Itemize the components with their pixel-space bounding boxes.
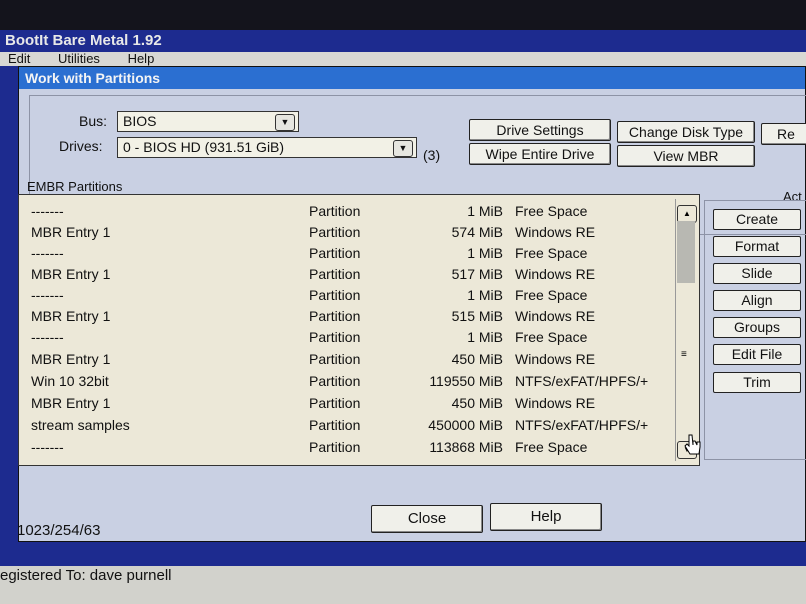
partition-size: 515 MiB [451,308,503,324]
bus-value: BIOS [123,113,157,129]
partition-size: 450 MiB [451,395,503,411]
partition-name: ------- [31,439,64,455]
view-mbr-button[interactable]: View MBR [617,145,755,167]
groups-button[interactable]: Groups [713,317,801,338]
chevron-down-icon[interactable]: ▼ [275,114,295,131]
partition-fs: Windows RE [515,351,596,367]
partition-size: 1 MiB [467,245,503,261]
drive-settings-button[interactable]: Drive Settings [469,119,611,141]
drives-label: Drives: [59,138,103,154]
partition-name: MBR Entry 1 [31,351,111,367]
partition-name: stream samples [31,417,130,433]
menubar: Edit Utilities Help [0,52,806,66]
table-row[interactable]: MBR Entry 1 Partition 515 MiB Windows RE [19,306,675,327]
partition-size: 517 MiB [451,266,503,282]
partition-name: MBR Entry 1 [31,266,111,282]
partition-name: ------- [31,203,64,219]
registration-text: egistered To: dave purnell [0,567,172,584]
bus-label: Bus: [79,113,108,129]
close-button[interactable]: Close [371,505,483,533]
actions-panel: Create Format Slide Align Groups Edit Fi… [704,200,806,460]
scroll-thumb[interactable] [677,221,695,283]
partition-fs: Windows RE [515,224,596,240]
drives-value: 0 - BIOS HD (931.51 GiB) [123,139,285,155]
partition-size: 1 MiB [467,203,503,219]
partition-name: ------- [31,329,64,345]
re-button[interactable]: Re [761,123,806,145]
change-disk-type-button[interactable]: Change Disk Type [617,121,755,143]
table-row[interactable]: Win 10 32bit Partition 119550 MiB NTFS/e… [19,371,675,392]
table-row[interactable]: ------- Partition 1 MiB Free Space [19,285,675,306]
table-row[interactable]: stream samples Partition 450000 MiB NTFS… [19,415,675,436]
menu-edit[interactable]: Edit [8,52,30,66]
partition-name: Win 10 32bit [31,373,109,389]
partition-size: 1 MiB [467,287,503,303]
partition-name: ------- [31,287,64,303]
partition-list-scrollbar[interactable]: ▲ ≡ ▼ [675,199,697,461]
menu-utilities[interactable]: Utilities [58,52,100,66]
table-row[interactable]: MBR Entry 1 Partition 517 MiB Windows RE [19,264,675,285]
partition-name: MBR Entry 1 [31,308,111,324]
drives-select[interactable]: 0 - BIOS HD (931.51 GiB) ▼ [117,137,417,158]
table-row[interactable]: MBR Entry 1 Partition 450 MiB Windows RE [19,349,675,370]
table-row[interactable]: ------- Partition 113868 MiB Free Space [19,437,675,458]
slide-button[interactable]: Slide [713,263,801,284]
align-button[interactable]: Align [713,290,801,311]
partition-fs: Windows RE [515,395,596,411]
drive-geometry: 1023/254/63 [17,522,101,539]
partition-fs: Free Space [515,329,588,345]
partition-size: 450 MiB [451,351,503,367]
chevron-down-icon[interactable]: ▼ [393,140,413,157]
partition-fs: NTFS/exFAT/HPFS/+ [515,373,649,389]
table-row[interactable]: MBR Entry 1 Partition 574 MiB Windows RE [19,222,675,243]
partition-fs: Windows RE [515,308,596,324]
bus-select[interactable]: BIOS ▼ [117,111,299,132]
format-button[interactable]: Format [713,236,801,257]
table-row[interactable]: MBR Entry 1 Partition 450 MiB Windows RE [19,393,675,414]
partition-name: MBR Entry 1 [31,395,111,411]
wipe-entire-drive-button[interactable]: Wipe Entire Drive [469,143,611,165]
dialog-title: Work with Partitions [19,67,805,89]
status-bar: egistered To: dave purnell [0,566,806,604]
partition-size: 119550 MiB [429,373,503,389]
partition-fs: Free Space [515,203,588,219]
partition-list[interactable]: ------- Partition 1 MiB Free Space MBR E… [18,194,700,466]
partition-size: 113868 MiB [429,439,503,455]
create-button[interactable]: Create [713,209,801,230]
edit-file-button[interactable]: Edit File [713,344,801,365]
menu-help[interactable]: Help [128,52,155,66]
monitor-bezel [0,0,806,30]
partition-fs: Free Space [515,439,588,455]
partition-size: 1 MiB [467,329,503,345]
partition-fs: Free Space [515,287,588,303]
trim-button[interactable]: Trim [713,372,801,393]
partition-name: ------- [31,245,64,261]
help-button[interactable]: Help [490,503,602,531]
table-row[interactable]: ------- Partition 1 MiB Free Space [19,327,675,348]
table-row[interactable]: ------- Partition 1 MiB Free Space [19,243,675,264]
partition-name: MBR Entry 1 [31,224,111,240]
drive-count: (3) [423,147,441,163]
partition-size: 574 MiB [451,224,503,240]
partition-fs: Free Space [515,245,588,261]
embr-partitions-label: EMBR Partitions [27,179,123,194]
hand-cursor-icon [684,434,701,455]
table-row[interactable]: ------- Partition 1 MiB Free Space [19,201,675,222]
scroll-grip-icon: ≡ [681,349,687,360]
partition-fs: NTFS/exFAT/HPFS/+ [515,417,649,433]
partition-fs: Windows RE [515,266,596,282]
partition-size: 450000 MiB [428,417,503,433]
app-title: BootIt Bare Metal 1.92 [0,30,806,52]
